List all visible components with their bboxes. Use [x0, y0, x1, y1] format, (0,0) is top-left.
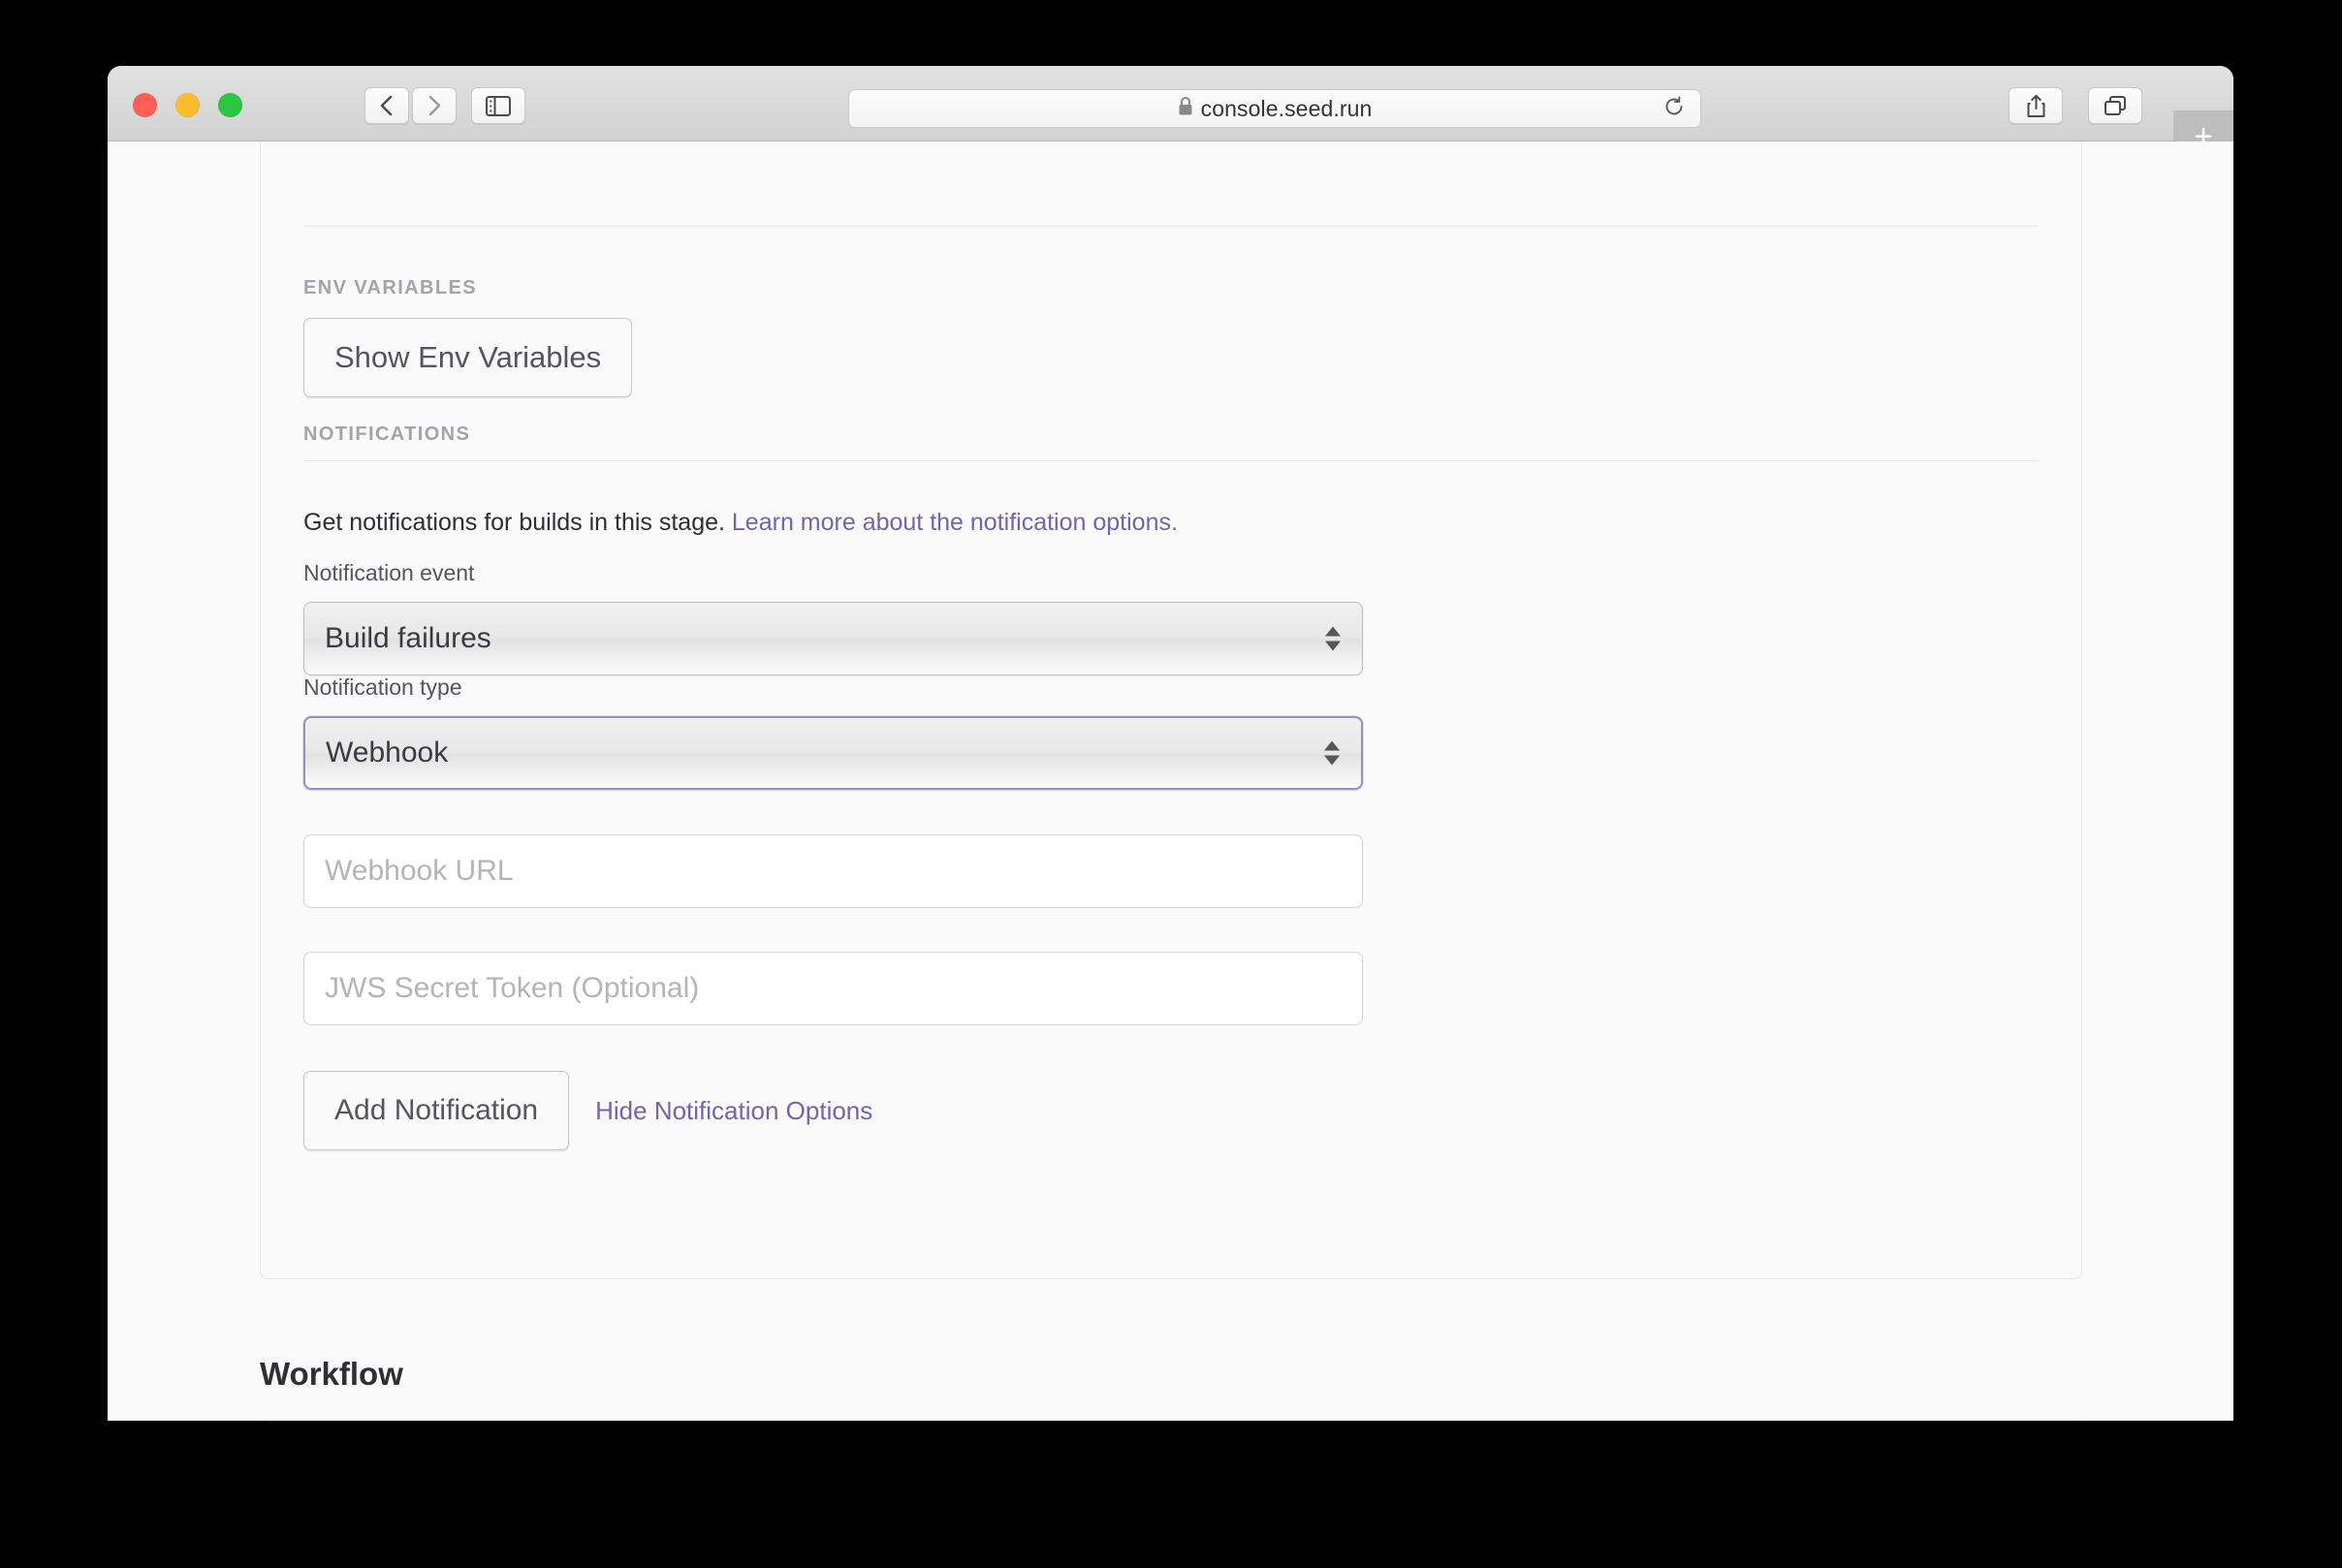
tab-overview-button[interactable] [2088, 87, 2142, 124]
workflow-card [260, 1419, 2082, 1421]
webhook-url-input[interactable] [303, 834, 1363, 908]
notification-type-label: Notification type [303, 674, 462, 700]
back-button[interactable] [364, 87, 409, 124]
show-env-variables-button[interactable]: Show Env Variables [303, 318, 633, 397]
section-divider-top [303, 226, 2039, 227]
notification-actions-row: Add Notification Hide Notification Optio… [303, 1071, 872, 1150]
share-button[interactable] [2009, 87, 2063, 124]
share-icon [2026, 94, 2046, 118]
notification-event-label: Notification event [303, 560, 475, 585]
address-bar-url: console.seed.run [1200, 95, 1373, 121]
chevron-updown-icon [1325, 626, 1341, 651]
forward-button[interactable] [412, 87, 457, 124]
chevron-updown-icon [1324, 740, 1340, 766]
browser-titlebar: console.seed.run + [108, 66, 2233, 162]
reload-icon [1663, 95, 1685, 122]
notifications-description: Get notifications for builds in this sta… [303, 509, 725, 536]
add-notification-button[interactable]: Add Notification [303, 1071, 570, 1150]
section-divider-notifications [303, 460, 2039, 461]
chevron-right-icon [426, 94, 443, 117]
notifications-label: NOTIFICATIONS [303, 423, 471, 445]
sidebar-toggle-wrapper [471, 87, 525, 124]
hide-notification-options-link[interactable]: Hide Notification Options [595, 1096, 872, 1126]
chevron-left-icon [378, 94, 396, 117]
close-window-button[interactable] [133, 93, 157, 117]
sidebar-toggle-icon [486, 95, 511, 116]
notification-event-value: Build failures [325, 622, 491, 654]
sidebar-toggle-button[interactable] [471, 87, 525, 124]
notification-type-value: Webhook [326, 737, 449, 768]
window-traffic-lights [133, 93, 242, 117]
lock-icon [1178, 96, 1193, 121]
browser-window: console.seed.run + ENV VARIABLES Show En… [108, 66, 2233, 1421]
tab-overview-icon [2104, 95, 2127, 116]
reload-button[interactable] [1662, 95, 1687, 122]
notification-event-select[interactable]: Build failures [303, 602, 1363, 675]
minimize-window-button[interactable] [175, 93, 200, 117]
notifications-description-row: Get notifications for builds in this sta… [303, 506, 1178, 540]
maximize-window-button[interactable] [218, 93, 242, 117]
notification-type-select[interactable]: Webhook [303, 716, 1363, 790]
address-bar-content: console.seed.run [1178, 96, 1373, 122]
workflow-heading: Workflow [260, 1356, 403, 1392]
address-bar[interactable]: console.seed.run [848, 89, 1701, 128]
navigation-buttons [364, 87, 457, 124]
page-content: ENV VARIABLES Show Env Variables NOTIFIC… [108, 141, 2233, 1421]
env-variables-label: ENV VARIABLES [303, 277, 477, 298]
jws-secret-token-input[interactable] [303, 952, 1363, 1025]
learn-more-link[interactable]: Learn more about the notification option… [732, 509, 1178, 536]
browser-right-tools [2009, 87, 2142, 124]
stage-settings-card: ENV VARIABLES Show Env Variables NOTIFIC… [260, 141, 2082, 1279]
